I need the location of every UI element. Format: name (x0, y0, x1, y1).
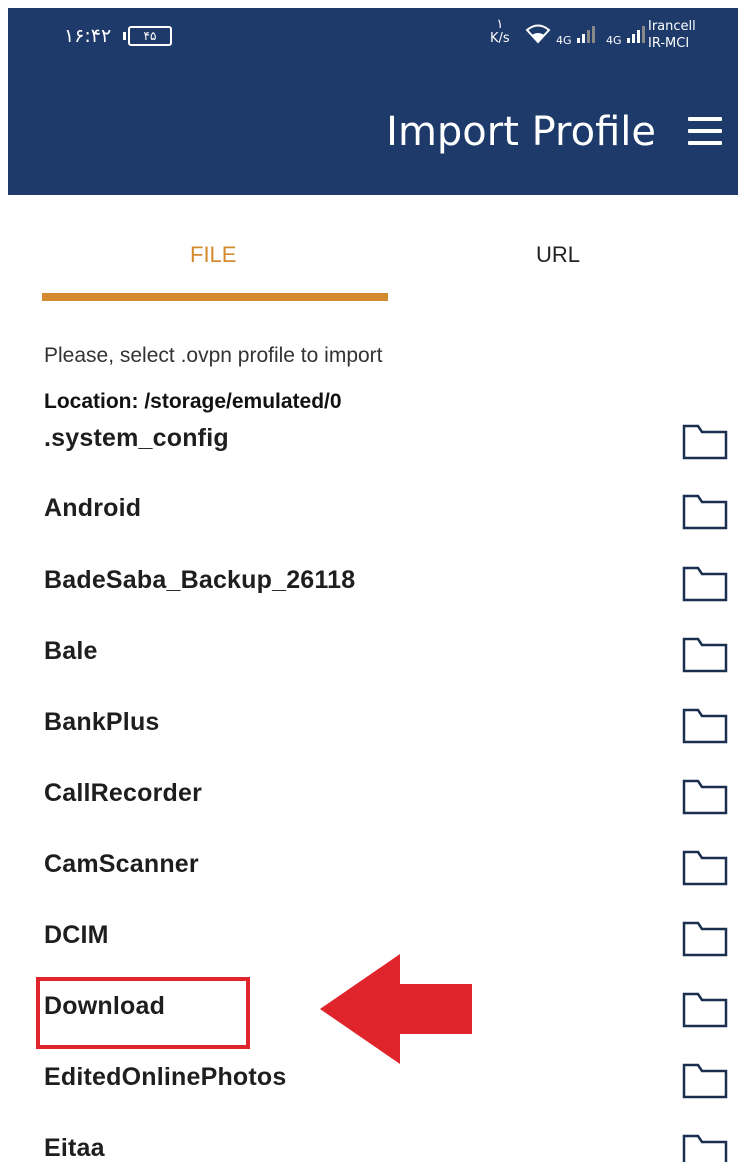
folder-icon (682, 992, 728, 1028)
folder-icon (682, 921, 728, 957)
tab-file[interactable]: FILE (190, 242, 236, 268)
folder-row-android[interactable]: Android (0, 478, 746, 548)
signal-type-1: 4G (556, 34, 572, 47)
folder-name: DCIM (44, 921, 109, 949)
active-tab-indicator (42, 293, 388, 301)
signal-icon-1: 4G (556, 24, 597, 47)
carrier-names: Irancell IR-MCI (648, 18, 696, 52)
folder-icon (682, 637, 728, 673)
folder-row-callrecorder[interactable]: CallRecorder (0, 763, 746, 833)
carrier-1: Irancell (648, 19, 696, 34)
folder-row-badesaba-backup[interactable]: BadeSaba_Backup_26118 (0, 550, 746, 620)
folder-icon (682, 850, 728, 886)
hamburger-menu-icon[interactable] (688, 117, 722, 145)
wifi-icon (524, 22, 552, 52)
folder-icon (682, 708, 728, 744)
folder-icon (682, 566, 728, 602)
folder-icon (682, 1134, 728, 1162)
folder-name: BankPlus (44, 708, 160, 736)
download-highlight-box (36, 977, 250, 1049)
folder-name: BadeSaba_Backup_26118 (44, 566, 356, 594)
folder-row-bankplus[interactable]: BankPlus (0, 692, 746, 762)
folder-name: CamScanner (44, 850, 199, 878)
folder-name: .system_config (44, 424, 229, 452)
folder-name: CallRecorder (44, 779, 203, 807)
network-speed-value: ۱ (496, 17, 504, 32)
page-title: Import Profile (386, 109, 656, 155)
folder-row-eitaa[interactable]: Eitaa (0, 1118, 746, 1162)
status-time: ۱۶:۴۲ (64, 25, 112, 47)
signal-type-2: 4G (606, 34, 622, 47)
folder-row-bale[interactable]: Bale (0, 621, 746, 691)
status-bar: ۱۶:۴۲ ۴۵ ۱ K/s 4G 4G Irancell IR-MCI (8, 8, 738, 65)
folder-row-camscanner[interactable]: CamScanner (0, 834, 746, 904)
network-speed: ۱ K/s (490, 18, 510, 46)
tab-url[interactable]: URL (536, 242, 580, 268)
current-location: Location: /storage/emulated/0 (44, 390, 342, 413)
red-arrow-icon (320, 954, 472, 1064)
folder-name: Eitaa (44, 1134, 105, 1162)
folder-row-system-config[interactable]: .system_config (0, 420, 746, 478)
folder-icon (682, 779, 728, 815)
folder-name: EditedOnlinePhotos (44, 1063, 287, 1091)
carrier-2: IR-MCI (648, 36, 690, 51)
folder-icon (682, 1063, 728, 1099)
app-header: Import Profile (8, 65, 738, 195)
folder-icon (682, 494, 728, 530)
folder-name: Bale (44, 637, 98, 665)
network-speed-unit: K/s (490, 31, 510, 46)
folder-name: Android (44, 494, 142, 522)
folder-icon (682, 424, 728, 460)
import-prompt: Please, select .ovpn profile to import (44, 344, 383, 367)
signal-icon-2: 4G (606, 24, 647, 47)
tab-bar: FILE URL (0, 196, 746, 306)
battery-icon: ۴۵ (123, 26, 172, 46)
